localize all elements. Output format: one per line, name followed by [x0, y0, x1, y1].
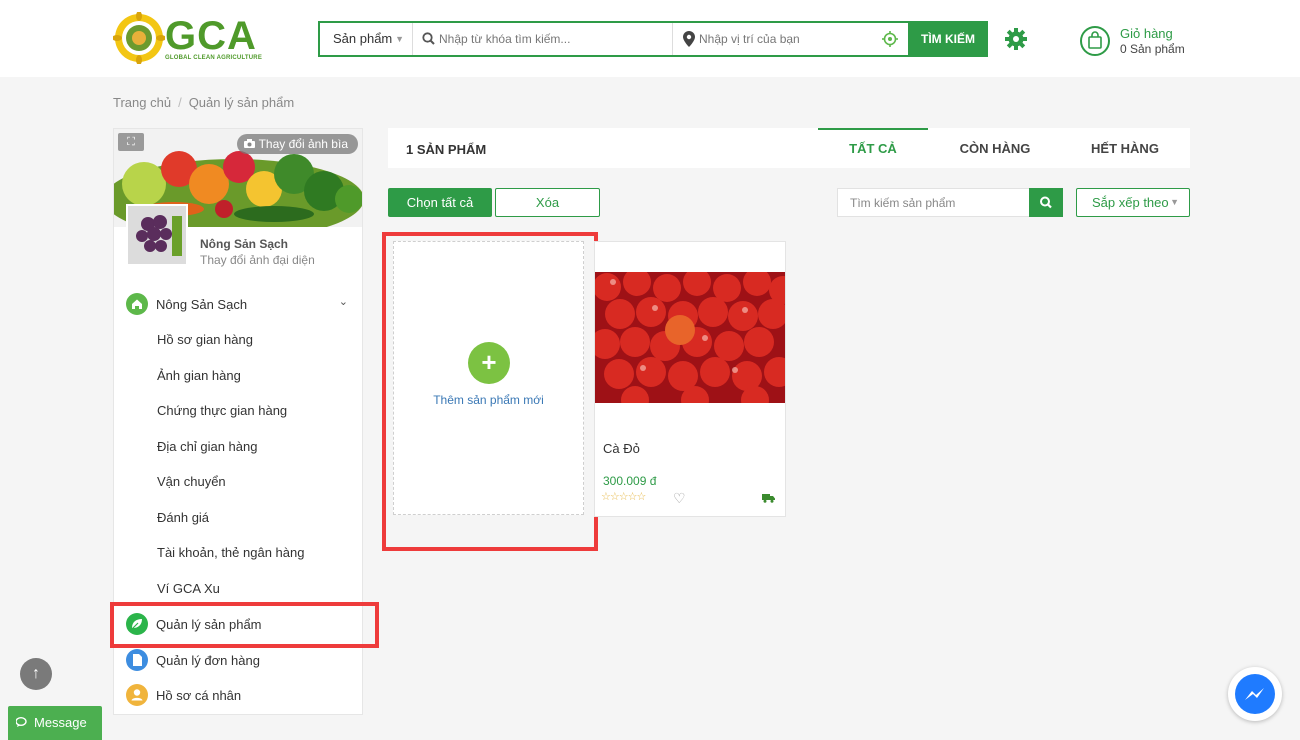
camera-icon	[243, 139, 255, 148]
highlight-box-add-product	[382, 232, 598, 551]
scroll-to-top-button[interactable]: ↑	[20, 658, 52, 690]
sidebar-item-personal-profile[interactable]: Hồ sơ cá nhân	[126, 684, 366, 708]
product-tab-bar: 1 SẢN PHẨM TẤT CẢ CÒN HÀNG HẾT HÀNG	[388, 128, 1190, 168]
heart-icon[interactable]: ♡	[673, 490, 686, 507]
store-name: Nông Sản Sạch	[200, 237, 289, 251]
product-price: 300.009 đ	[603, 474, 657, 488]
logo-text: GCA	[165, 14, 257, 58]
crop-icon[interactable]: ⛶	[118, 133, 144, 151]
chat-bubble-icon	[16, 717, 27, 727]
sort-select-label: Sắp xếp theo	[1092, 195, 1169, 210]
logo-tagline: GLOBAL CLEAN AGRICULTURE	[165, 55, 263, 61]
cart-count: 0 Sản phẩm	[1120, 42, 1185, 56]
sidebar-item-store-photos[interactable]: Ảnh gian hàng	[157, 368, 241, 383]
sidebar-item-store-verification[interactable]: Chứng thực gian hàng	[157, 403, 287, 418]
tomatoes-photo	[595, 272, 785, 403]
sidebar-item-label: Quản lý đơn hàng	[156, 653, 260, 668]
breadcrumb-current: Quản lý sản phẩm	[188, 95, 295, 110]
product-name[interactable]: Cà Đỏ	[603, 441, 640, 456]
map-pin-icon	[683, 31, 695, 47]
arrow-up-icon: ↑	[32, 665, 40, 682]
truck-icon	[762, 494, 775, 503]
location-field	[673, 23, 908, 55]
breadcrumb-home[interactable]: Trang chủ	[113, 95, 171, 110]
change-cover-label: Thay đổi ảnh bìa	[258, 137, 348, 151]
category-select-value: Sản phẩm	[333, 31, 393, 46]
gear-icon[interactable]	[1004, 27, 1028, 51]
keyword-field	[413, 23, 673, 55]
change-avatar-link[interactable]: Thay đổi ảnh đại diện	[200, 253, 315, 267]
search-button[interactable]: TÌM KIẾM	[908, 21, 988, 57]
sidebar-item-order-management[interactable]: Quản lý đơn hàng	[126, 649, 366, 673]
sidebar-item-store-profile[interactable]: Hồ sơ gian hàng	[157, 332, 253, 347]
gca-logo[interactable]: GCA GLOBAL CLEAN AGRICULTURE	[113, 12, 263, 66]
search-bar: Sản phẩm ▼ TÌM KIẾM	[318, 21, 988, 57]
grapes-avatar-illustration	[128, 206, 186, 264]
category-select[interactable]: Sản phẩm ▼	[320, 23, 413, 55]
breadcrumb-separator: /	[178, 95, 182, 110]
product-search-button[interactable]	[1029, 188, 1063, 217]
product-count: 1 SẢN PHẨM	[406, 142, 487, 157]
message-button[interactable]: Message	[8, 706, 102, 740]
message-button-label: Message	[34, 715, 87, 730]
delete-button[interactable]: Xóa	[495, 188, 600, 217]
product-search	[837, 188, 1063, 217]
sidebar-item-shipping[interactable]: Vận chuyển	[157, 474, 226, 489]
search-icon	[422, 32, 435, 45]
sidebar-item-reviews[interactable]: Đánh giá	[157, 510, 209, 525]
sort-select[interactable]: Sắp xếp theo ▼	[1076, 188, 1190, 217]
site-header: GCA GLOBAL CLEAN AGRICULTURE Sản phẩm ▼ …	[0, 0, 1300, 77]
change-cover-button[interactable]: Thay đổi ảnh bìa	[236, 134, 358, 154]
sidebar-item-gca-wallet[interactable]: Ví GCA Xu	[157, 581, 220, 596]
messenger-icon[interactable]	[1228, 667, 1282, 721]
product-image	[595, 272, 785, 403]
star-rating: ☆☆☆☆☆	[601, 491, 646, 503]
cart-widget[interactable]: Giỏ hàng 0 Sản phẩm	[1080, 24, 1220, 58]
select-all-button[interactable]: Chọn tất cả	[388, 188, 492, 217]
store-avatar[interactable]	[126, 204, 188, 266]
sidebar-item-store-address[interactable]: Địa chỉ gian hàng	[157, 439, 257, 454]
sidebar-item-store[interactable]: Nông Sản Sạch ⌄	[126, 293, 356, 317]
messenger-logo	[1235, 674, 1275, 714]
breadcrumb: Trang chủ / Quản lý sản phẩm	[113, 95, 294, 110]
highlight-box-product-management	[110, 602, 379, 648]
tab-out-of-stock[interactable]: HẾT HÀNG	[1070, 128, 1180, 168]
tab-in-stock[interactable]: CÒN HÀNG	[940, 128, 1050, 168]
user-icon	[126, 684, 148, 706]
locate-me-icon[interactable]	[882, 31, 898, 47]
location-input[interactable]	[699, 23, 879, 55]
home-icon	[126, 293, 148, 315]
chevron-down-icon: ▼	[395, 34, 404, 44]
product-search-input[interactable]	[850, 189, 1030, 216]
keyword-input[interactable]	[439, 23, 667, 55]
wheat-emblem-icon	[113, 12, 165, 64]
chevron-down-icon: ⌄	[338, 296, 348, 308]
sidebar-item-bank-accounts[interactable]: Tài khoản, thẻ ngân hàng	[157, 545, 304, 560]
tab-all[interactable]: TẤT CẢ	[818, 128, 928, 168]
shopping-bag-icon	[1080, 26, 1110, 56]
document-icon	[126, 649, 148, 671]
product-card[interactable]: Cà Đỏ 300.009 đ ☆☆☆☆☆ ♡	[594, 241, 786, 517]
sidebar-item-label: Nông Sản Sạch	[156, 297, 248, 312]
search-icon	[1040, 196, 1052, 209]
cart-title: Giỏ hàng	[1120, 26, 1173, 41]
sidebar-item-label: Hồ sơ cá nhân	[156, 688, 242, 703]
chevron-down-icon: ▼	[1170, 197, 1179, 207]
